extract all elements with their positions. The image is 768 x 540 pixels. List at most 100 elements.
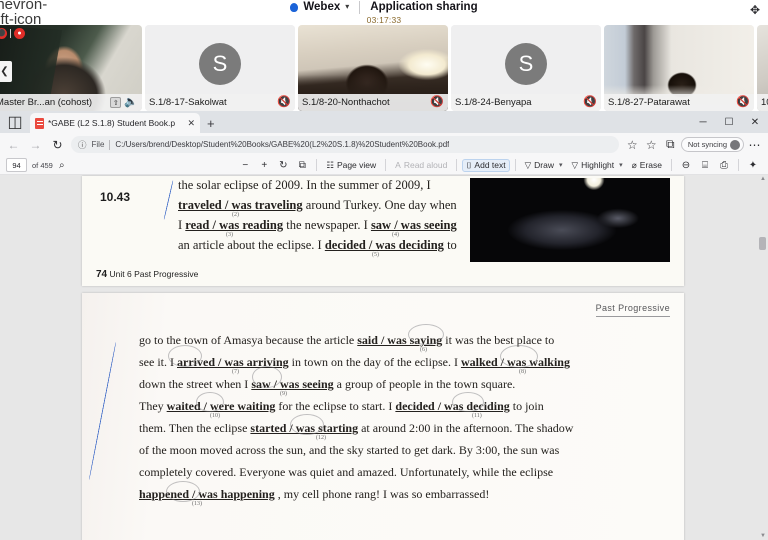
- participant-tile-patarawat[interactable]: S.1/8-27-Patarawat 🔇: [604, 25, 754, 111]
- participant-name: S.1/8-20-Nonthachot: [302, 97, 390, 108]
- pdf-line: them. Then the eclipse started / was sta…: [139, 421, 573, 436]
- mute-badge-icon: ⚫: [0, 28, 7, 39]
- participant-tile-overflow[interactable]: 10: [757, 25, 768, 111]
- divider: [456, 159, 458, 171]
- refresh-icon[interactable]: ↻: [49, 136, 66, 153]
- save-as-icon[interactable]: ⌸: [696, 157, 714, 173]
- back-icon[interactable]: ←: [5, 136, 22, 153]
- settings-and-more-icon[interactable]: ⋯: [746, 136, 763, 153]
- rotate-icon[interactable]: ↻: [274, 157, 292, 173]
- pdf-text: it was the best place to: [445, 333, 555, 347]
- new-tab-button[interactable]: +: [207, 116, 215, 131]
- participant-tile-host[interactable]: ⚫ ● ❮ Master Br...an (cohost) ⇧ 🔈: [0, 25, 142, 111]
- close-window-button[interactable]: ✕: [742, 111, 768, 133]
- erase-icon: ⌀: [631, 159, 637, 170]
- tab-title: *GABE (L2 S.1.8) Student Book.p: [48, 118, 176, 128]
- blank-number: (10): [210, 413, 220, 419]
- fit-to-page-icon[interactable]: ⧉: [293, 157, 311, 173]
- blank-number: (9): [280, 391, 287, 397]
- scroll-up-arrow[interactable]: ▲: [760, 176, 766, 182]
- answer-choice: saw / was seeing: [370, 218, 457, 232]
- profile-sync-button[interactable]: Not syncing: [680, 137, 744, 152]
- scrollbar-thumb[interactable]: [759, 237, 766, 250]
- pdf-viewer[interactable]: 10.43 the solar eclipse of 2009. In the …: [0, 175, 768, 540]
- tab-gabe-student-book[interactable]: *GABE (L2 S.1.8) Student Book.p ✕: [30, 113, 200, 133]
- add-text-label: Add text: [474, 160, 506, 170]
- zoom-in-button[interactable]: +: [255, 157, 273, 173]
- add-favorite-icon[interactable]: ☆: [624, 136, 641, 153]
- answer-choice: happened / was happening: [139, 487, 275, 501]
- draw-label: Draw: [534, 160, 554, 170]
- meeting-timer: 03:17:33: [366, 15, 402, 26]
- mic-off-icon: 🔇: [430, 96, 444, 108]
- webex-brand-label: Webex: [303, 0, 341, 13]
- sync-status-label: Not syncing: [687, 140, 727, 149]
- blank-number: (7): [232, 369, 239, 375]
- participant-name: S.1/8-17-Sakolwat: [149, 97, 227, 108]
- participant-tile-benyapa[interactable]: S S.1/8-24-Benyapa 🔇: [451, 25, 601, 111]
- close-icon[interactable]: ✕: [187, 118, 195, 129]
- back-icon[interactable]: chevron-left-icon: [0, 0, 47, 27]
- read-aloud-button[interactable]: A Read aloud: [391, 159, 451, 171]
- chevron-down-icon[interactable]: ▾: [619, 161, 623, 169]
- divider: [514, 159, 516, 171]
- pdf-line: an article about the eclipse. I decided …: [178, 238, 457, 253]
- webex-logo-icon: [290, 2, 299, 12]
- favorites-icon[interactable]: ☆: [643, 136, 660, 153]
- unit-label: Unit 6 Past Progressive: [109, 269, 199, 279]
- page-view-button[interactable]: ☷ Page view: [322, 159, 380, 172]
- search-icon[interactable]: ⌕: [53, 157, 71, 173]
- read-aloud-label: Read aloud: [403, 160, 448, 170]
- maximize-button[interactable]: ☐: [716, 111, 742, 133]
- participant-name: Master Br...an (cohost): [0, 97, 93, 108]
- answer-choice: traveled / was traveling: [178, 198, 303, 212]
- divider: [359, 0, 361, 14]
- tile-label: Master Br...an (cohost) ⇧ 🔈: [0, 94, 142, 111]
- participant-tile-sakolwat[interactable]: S S.1/8-17-Sakolwat 🔇: [145, 25, 295, 111]
- sharing-mode-label: Application sharing: [370, 0, 478, 13]
- browser-essentials-icon[interactable]: ⧉: [662, 136, 679, 153]
- pdf-toolbar: 94 of 459 ⌕ − + ↻ ⧉ ☷ Page view A Read a…: [0, 156, 768, 175]
- tab-overview-icon[interactable]: ◫: [4, 112, 26, 132]
- scroll-down-arrow[interactable]: ▼: [760, 533, 766, 539]
- forward-icon[interactable]: →: [27, 136, 44, 153]
- pdf-page-75: Past Progressive go to the town of Amasy…: [82, 293, 684, 540]
- pdf-text: a group of people in the town square.: [336, 377, 516, 391]
- tile-label: S.1/8-17-Sakolwat 🔇: [145, 94, 295, 111]
- zoom-out-button[interactable]: −: [236, 157, 254, 173]
- erase-button[interactable]: ⌀ Erase: [628, 159, 666, 172]
- pencil-circle-annotation: [500, 345, 538, 368]
- page-footer: 74 Unit 6 Past Progressive: [96, 269, 198, 280]
- blank-number: (5): [372, 252, 379, 258]
- pin-icon[interactable]: ✦: [744, 157, 762, 173]
- save-icon[interactable]: ⊖: [677, 157, 695, 173]
- add-text-icon: ⌷: [466, 159, 472, 170]
- pdf-text: I: [178, 218, 183, 232]
- address-bar[interactable]: ⓘ File C:/Users/brend/Desktop/Student%20…: [71, 136, 619, 153]
- pdf-text: , my cell phone rang! I was so embarrass…: [277, 487, 490, 501]
- participant-tile-nonthachot[interactable]: S.1/8-20-Nonthachot 🔇: [298, 25, 448, 111]
- draw-button[interactable]: ▽ Draw ▾: [521, 159, 567, 172]
- pdf-favicon-icon: [35, 117, 44, 129]
- chevron-down-icon[interactable]: ▾: [559, 161, 563, 169]
- participant-name: 10: [761, 97, 768, 108]
- chevron-down-icon[interactable]: ▾: [345, 3, 349, 11]
- pdf-line: I read / was reading the newspaper. I sa…: [178, 218, 457, 233]
- strip-scroll-left-button[interactable]: ❮: [0, 61, 12, 82]
- print-icon[interactable]: ⎙: [715, 157, 733, 173]
- bluetooth-icon[interactable]: ✥: [750, 3, 760, 17]
- divider: [109, 139, 111, 150]
- pencil-circle-annotation: [166, 481, 200, 502]
- blank-number: (11): [472, 413, 482, 419]
- pencil-circle-annotation: [196, 392, 224, 412]
- minimize-button[interactable]: ─: [690, 111, 716, 133]
- participant-strip[interactable]: ⚫ ● ❮ Master Br...an (cohost) ⇧ 🔈 S S.1/…: [0, 25, 768, 111]
- highlight-button[interactable]: ▽ Highlight ▾: [568, 159, 627, 172]
- add-text-button[interactable]: ⌷ Add text: [462, 158, 510, 172]
- host-status-badges: ⚫ ●: [0, 28, 25, 39]
- site-info-icon[interactable]: ⓘ: [78, 139, 87, 151]
- participant-name: S.1/8-27-Patarawat: [608, 97, 690, 108]
- page-number-input[interactable]: 94: [6, 158, 27, 172]
- draw-icon: ▽: [524, 159, 532, 170]
- pdf-line: go to the town of Amasya because the art…: [139, 333, 554, 348]
